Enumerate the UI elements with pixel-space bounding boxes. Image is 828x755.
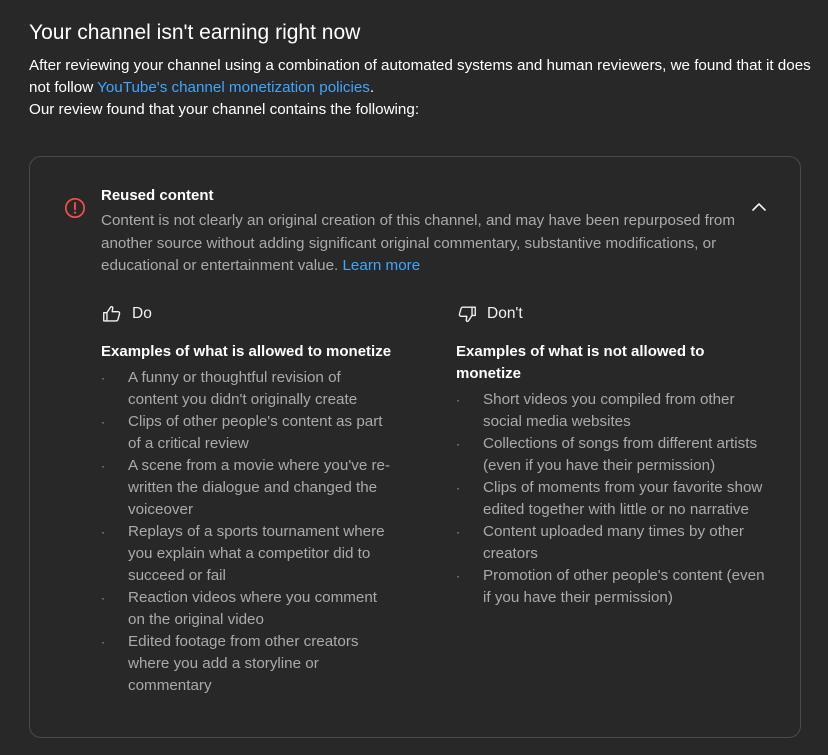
dont-column: Don't Examples of what is not allowed to… bbox=[456, 302, 776, 609]
list-item: · A scene from a movie where you've re-wr… bbox=[101, 457, 391, 518]
dont-label: Don't bbox=[487, 305, 523, 322]
intro-text-line2: Our review found that your channel conta… bbox=[29, 101, 420, 118]
bullet: · bbox=[101, 415, 105, 429]
list-item: · Clips of other people's content as part… bbox=[101, 413, 383, 452]
list-item: · Short videos you compiled from other so… bbox=[456, 391, 735, 430]
bullet: · bbox=[456, 437, 460, 451]
collapse-button[interactable] bbox=[746, 196, 772, 218]
do-examples-list: · A funny or thoughtful revision of conte… bbox=[101, 367, 421, 697]
list-item: · Collections of songs from different art… bbox=[456, 435, 758, 474]
card-description: Content is not clearly an original creat… bbox=[101, 210, 741, 278]
card-title: Reused content bbox=[101, 187, 214, 204]
list-item: · Clips of moments from your favorite sho… bbox=[456, 479, 763, 518]
intro-text-part2: . bbox=[369, 79, 375, 96]
thumbs-down-icon bbox=[458, 306, 476, 322]
list-item: · Reaction videos where you comment on th… bbox=[101, 589, 378, 628]
do-column: Do Examples of what is allowed to moneti… bbox=[101, 302, 421, 697]
do-subtitle: Examples of what is allowed to monetize bbox=[101, 343, 392, 360]
reused-content-card: Reused content Content is not clearly an… bbox=[29, 156, 801, 738]
dont-header: Don't bbox=[456, 302, 776, 326]
list-item: · A funny or thoughtful revision of conte… bbox=[101, 369, 358, 408]
list-item: · Promotion of other people's content (ev… bbox=[456, 567, 765, 606]
dont-examples-list: · Short videos you compiled from other so… bbox=[456, 389, 776, 609]
bullet: · bbox=[456, 525, 460, 539]
list-item: · Edited footage from other creators wher… bbox=[101, 633, 359, 694]
chevron-up-icon bbox=[752, 203, 766, 211]
bullet: · bbox=[456, 393, 460, 407]
bullet: · bbox=[101, 459, 105, 473]
dont-subtitle: Examples of what is not allowed to monet… bbox=[456, 343, 705, 382]
thumbs-up-icon bbox=[103, 306, 121, 322]
page-title: Your channel isn't earning right now bbox=[29, 21, 361, 44]
bullet: · bbox=[101, 635, 105, 649]
list-item: · Replays of a sports tournament where yo… bbox=[101, 523, 385, 584]
do-header: Do bbox=[101, 302, 421, 326]
learn-more-link[interactable]: Learn more bbox=[342, 257, 420, 274]
monetization-policies-link[interactable]: YouTube's channel monetization policies bbox=[97, 79, 370, 96]
bullet: · bbox=[101, 371, 105, 385]
bullet: · bbox=[456, 569, 460, 583]
bullet: · bbox=[101, 525, 105, 539]
error-circle-icon bbox=[65, 198, 85, 218]
do-label: Do bbox=[132, 305, 152, 322]
bullet: · bbox=[456, 481, 460, 495]
bullet: · bbox=[101, 591, 105, 605]
intro-text: After reviewing your channel using a com… bbox=[29, 55, 819, 121]
list-item: · Content uploaded many times by other cr… bbox=[456, 523, 744, 562]
